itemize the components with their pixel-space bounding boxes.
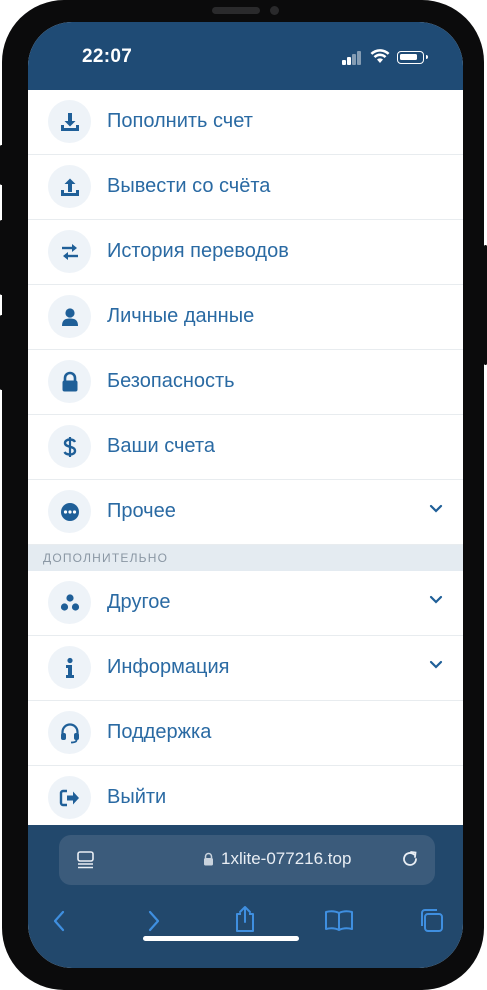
account-menu: Пополнить счет Вывести со счёта История … [28, 90, 463, 831]
address-bar[interactable]: 1xlite-077216.top [59, 835, 435, 885]
menu-item-label: Ваши счета [107, 435, 215, 457]
menu-item-label: Другое [107, 591, 171, 613]
status-bar: 22:07 [28, 22, 463, 90]
bookmarks-icon[interactable] [324, 909, 354, 931]
volume-down-button [0, 315, 3, 390]
tabs-icon[interactable] [417, 907, 445, 933]
menu-item-logout[interactable]: Выйти [28, 766, 463, 831]
menu-item-label: Безопасность [107, 370, 235, 392]
menu-item-transfer-history[interactable]: История переводов [28, 220, 463, 285]
forward-icon[interactable] [145, 909, 163, 933]
upload-icon [48, 165, 91, 208]
chevron-down-icon [429, 504, 443, 513]
volume-up-button [0, 220, 3, 295]
dollar-icon [48, 425, 91, 468]
more-dots-icon [48, 490, 91, 533]
back-icon[interactable] [50, 909, 68, 933]
transfer-arrows-icon [48, 230, 91, 273]
headset-icon [48, 711, 91, 754]
info-icon [48, 646, 91, 689]
speaker [212, 7, 260, 14]
home-indicator [143, 936, 299, 941]
menu-item-security[interactable]: Безопасность [28, 350, 463, 415]
menu-item-misc[interactable]: Другое [28, 571, 463, 636]
url-text: 1xlite-077216.top [221, 849, 352, 868]
browser-toolbar: 1xlite-077216.top [28, 825, 463, 968]
phone-frame: 22:07 Пополнить счет Вывести со счёта Ис… [2, 0, 484, 990]
section-header-additional: ДОПОЛНИТЕЛЬНО [28, 545, 463, 571]
download-icon [48, 100, 91, 143]
menu-item-label: Личные данные [107, 305, 255, 327]
reload-icon[interactable] [400, 849, 420, 869]
chevron-down-icon [429, 595, 443, 604]
menu-item-label: Выйти [107, 786, 167, 808]
reader-icon[interactable] [76, 850, 96, 870]
menu-item-personal-data[interactable]: Личные данные [28, 285, 463, 350]
battery-icon [397, 51, 428, 64]
menu-item-label: Вывести со счёта [107, 175, 271, 197]
lock-icon [48, 360, 91, 403]
share-icon[interactable] [233, 905, 257, 933]
mute-switch [0, 145, 3, 185]
menu-item-label: История переводов [107, 240, 289, 262]
menu-item-other[interactable]: Прочее [28, 480, 463, 545]
cellular-signal-icon [342, 51, 364, 65]
user-icon [48, 295, 91, 338]
menu-item-withdraw[interactable]: Вывести со счёта [28, 155, 463, 220]
three-circles-icon [48, 581, 91, 624]
menu-item-accounts[interactable]: Ваши счета [28, 415, 463, 480]
menu-item-label: Поддержка [107, 721, 212, 743]
menu-item-label: Пополнить счет [107, 110, 253, 132]
screen: 22:07 Пополнить счет Вывести со счёта Ис… [28, 22, 463, 968]
menu-item-information[interactable]: Информация [28, 636, 463, 701]
front-camera [270, 6, 279, 15]
status-time: 22:07 [82, 46, 133, 67]
menu-item-deposit[interactable]: Пополнить счет [28, 90, 463, 155]
menu-item-label: Информация [107, 656, 230, 678]
logout-icon [48, 776, 91, 819]
menu-item-support[interactable]: Поддержка [28, 701, 463, 766]
chevron-down-icon [429, 660, 443, 669]
wifi-icon [370, 49, 390, 63]
lock-icon [204, 852, 213, 866]
menu-item-label: Прочее [107, 500, 176, 522]
